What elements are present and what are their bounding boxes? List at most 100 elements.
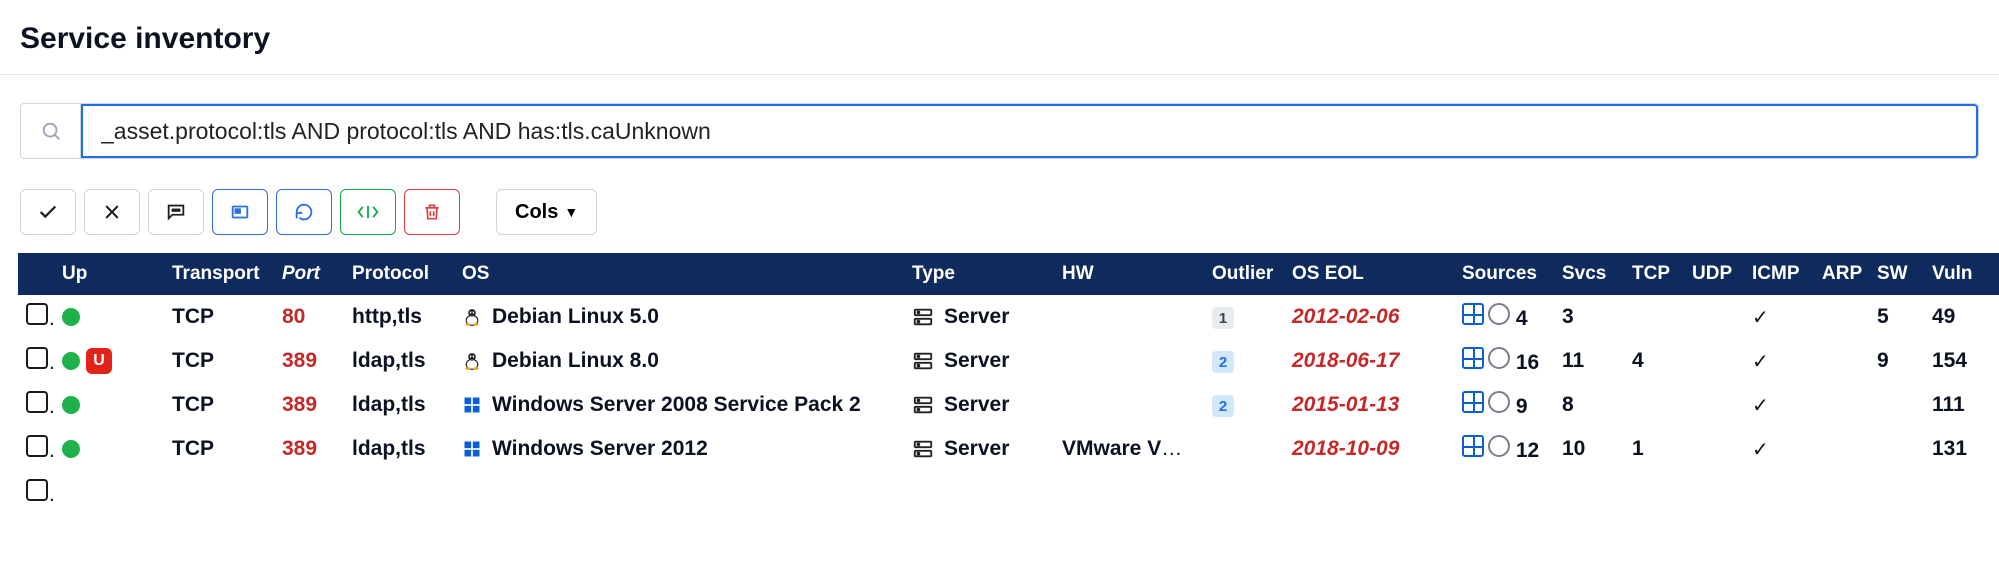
approve-button[interactable] bbox=[20, 189, 76, 235]
windows-icon bbox=[462, 439, 482, 459]
linux-icon bbox=[462, 306, 482, 328]
col-os[interactable]: OS bbox=[454, 253, 904, 295]
delete-button[interactable] bbox=[404, 189, 460, 235]
svcs-value: 10 bbox=[1554, 427, 1624, 471]
oseol-value: 2015-01-13 bbox=[1284, 383, 1454, 427]
transport-value: TCP bbox=[164, 339, 274, 383]
os-value: Debian Linux 8.0 bbox=[492, 349, 659, 373]
tcp-value: 4 bbox=[1624, 339, 1684, 383]
udp-value bbox=[1684, 427, 1744, 471]
oseol-value: 2018-10-09 bbox=[1284, 427, 1454, 471]
tcp-value bbox=[1624, 295, 1684, 339]
oseol-value: 2018-06-17 bbox=[1284, 339, 1454, 383]
rtt-value: 0.42 bbox=[1994, 295, 1999, 339]
arp-value bbox=[1814, 383, 1869, 427]
status-dot bbox=[62, 396, 80, 414]
check-icon: ✓ bbox=[1752, 307, 1769, 329]
dismiss-button[interactable] bbox=[84, 189, 140, 235]
transport-value: TCP bbox=[164, 427, 274, 471]
sources-value: 16 bbox=[1516, 351, 1539, 374]
col-port[interactable]: Port bbox=[274, 253, 344, 295]
col-oseol[interactable]: OS EOL bbox=[1284, 253, 1454, 295]
transport-value: TCP bbox=[164, 383, 274, 427]
check-icon: ✓ bbox=[1752, 439, 1769, 461]
col-svcs[interactable]: Svcs bbox=[1554, 253, 1624, 295]
col-icmp[interactable]: ICMP bbox=[1744, 253, 1814, 295]
table-row[interactable] bbox=[18, 471, 1999, 515]
services-table: Up Transport Port Protocol OS Type HW Ou… bbox=[18, 253, 1999, 515]
sources-icons bbox=[1462, 391, 1510, 413]
port-value: 80 bbox=[274, 295, 344, 339]
port-value: 389 bbox=[274, 383, 344, 427]
status-dot bbox=[62, 308, 80, 326]
col-vuln[interactable]: Vuln bbox=[1924, 253, 1994, 295]
port-value: 389 bbox=[274, 427, 344, 471]
col-outlier[interactable]: Outlier bbox=[1204, 253, 1284, 295]
badge-icon: U bbox=[86, 348, 112, 374]
sw-value bbox=[1869, 427, 1924, 471]
sw-value bbox=[1869, 383, 1924, 427]
outlier-badge: 1 bbox=[1212, 307, 1234, 329]
type-value: Server bbox=[944, 305, 1009, 329]
col-sources[interactable]: Sources bbox=[1454, 253, 1554, 295]
sources-icons bbox=[1462, 347, 1510, 369]
table-header: Up Transport Port Protocol OS Type HW Ou… bbox=[18, 253, 1999, 295]
col-protocol[interactable]: Protocol bbox=[344, 253, 454, 295]
refresh-button[interactable] bbox=[276, 189, 332, 235]
type-value: Server bbox=[944, 437, 1009, 461]
sw-value: 5 bbox=[1869, 295, 1924, 339]
comment-button[interactable] bbox=[148, 189, 204, 235]
udp-value bbox=[1684, 339, 1744, 383]
os-value: Debian Linux 5.0 bbox=[492, 305, 659, 329]
table-row[interactable]: TCP 389 ldap,tls Windows Server 2008 Ser… bbox=[18, 383, 1999, 427]
server-icon bbox=[912, 350, 934, 372]
table-row[interactable]: TCP 389 ldap,tls Windows Server 2012 Ser… bbox=[18, 427, 1999, 471]
table-row[interactable]: TCP 80 http,tls Debian Linux 5.0 Server … bbox=[18, 295, 1999, 339]
row-checkbox[interactable] bbox=[26, 391, 48, 413]
protocol-value: ldap,tls bbox=[344, 339, 454, 383]
col-hw[interactable]: HW bbox=[1054, 253, 1204, 295]
col-up[interactable]: Up bbox=[54, 253, 164, 295]
chevron-down-icon: ▼ bbox=[564, 204, 578, 220]
server-icon bbox=[912, 438, 934, 460]
search-icon bbox=[21, 104, 81, 158]
transport-value: TCP bbox=[164, 295, 274, 339]
type-value: Server bbox=[944, 393, 1009, 417]
row-checkbox[interactable] bbox=[26, 435, 48, 457]
columns-label: Cols bbox=[515, 201, 558, 224]
svcs-value: 8 bbox=[1554, 383, 1624, 427]
row-checkbox[interactable] bbox=[26, 347, 48, 369]
arp-value bbox=[1814, 427, 1869, 471]
col-udp[interactable]: UDP bbox=[1684, 253, 1744, 295]
col-tcp[interactable]: TCP bbox=[1624, 253, 1684, 295]
vuln-value: 111 bbox=[1924, 383, 1994, 427]
protocol-value: ldap,tls bbox=[344, 427, 454, 471]
sources-icons bbox=[1462, 435, 1510, 457]
search-input[interactable] bbox=[81, 104, 1978, 158]
status-dot bbox=[62, 352, 80, 370]
merge-button[interactable] bbox=[340, 189, 396, 235]
linux-icon bbox=[462, 350, 482, 372]
row-checkbox[interactable] bbox=[26, 303, 48, 325]
check-icon: ✓ bbox=[1752, 351, 1769, 373]
search-bar bbox=[20, 103, 1979, 159]
col-sw[interactable]: SW bbox=[1869, 253, 1924, 295]
page-title: Service inventory bbox=[0, 0, 1999, 74]
col-type[interactable]: Type bbox=[904, 253, 1054, 295]
col-rtt[interactable]: RTT/MS bbox=[1994, 253, 1999, 295]
col-arp[interactable]: ARP bbox=[1814, 253, 1869, 295]
vuln-value: 49 bbox=[1924, 295, 1994, 339]
svcs-value: 11 bbox=[1554, 339, 1624, 383]
col-transport[interactable]: Transport bbox=[164, 253, 274, 295]
table-row[interactable]: U TCP 389 ldap,tls Debian Linux 8.0 Serv… bbox=[18, 339, 1999, 383]
row-checkbox[interactable] bbox=[26, 479, 48, 501]
columns-button[interactable]: Cols ▼ bbox=[496, 189, 597, 235]
svcs-value: 3 bbox=[1554, 295, 1624, 339]
os-value: Windows Server 2008 Service Pack 2 bbox=[492, 393, 861, 417]
screenshot-button[interactable] bbox=[212, 189, 268, 235]
hw-value: VMware VM bbox=[1062, 437, 1182, 460]
rtt-value: 0.70 bbox=[1994, 427, 1999, 471]
arp-value bbox=[1814, 339, 1869, 383]
rtt-value: 0.62 bbox=[1994, 383, 1999, 427]
protocol-value: ldap,tls bbox=[344, 383, 454, 427]
